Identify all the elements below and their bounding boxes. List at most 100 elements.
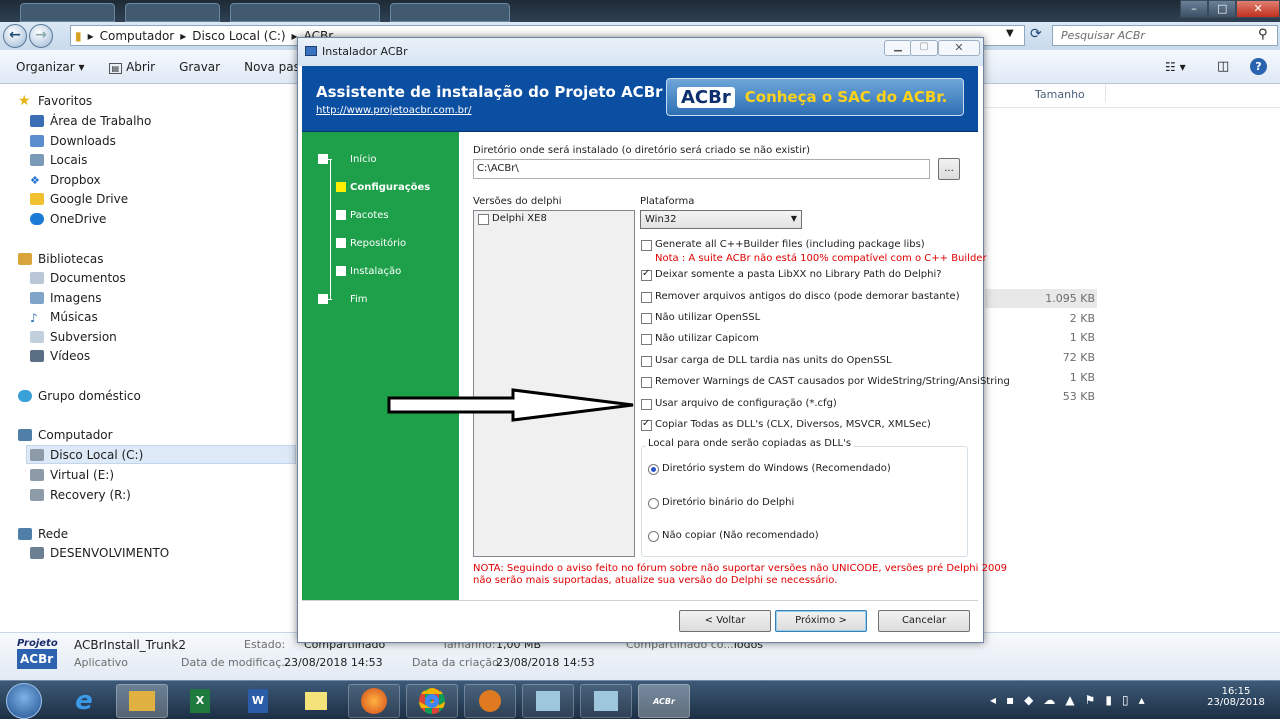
sac-banner[interactable]: ACBr Conheça o SAC do ACBr. bbox=[666, 78, 964, 116]
option-no-openssl-label[interactable]: Não utilizar OpenSSL bbox=[655, 312, 760, 323]
forward-button[interactable]: → bbox=[29, 24, 53, 48]
file-size: 53 KB bbox=[1062, 390, 1095, 403]
app-window-icon[interactable] bbox=[580, 684, 632, 718]
clock[interactable]: 16:15 23/08/2018 bbox=[1196, 686, 1276, 708]
word-icon[interactable]: W bbox=[232, 684, 284, 718]
preview-pane-icon[interactable]: ◫ bbox=[1217, 59, 1229, 74]
chrome-icon[interactable] bbox=[406, 684, 458, 718]
burn-button[interactable]: Gravar bbox=[163, 60, 228, 74]
nav-item-images[interactable]: Imagens bbox=[30, 291, 101, 305]
option-no-openssl-checkbox[interactable] bbox=[641, 313, 652, 324]
browser-tab[interactable] bbox=[230, 3, 380, 22]
nav-libraries[interactable]: Bibliotecas bbox=[18, 252, 103, 266]
firefox-icon[interactable] bbox=[348, 684, 400, 718]
browser-tab[interactable] bbox=[390, 3, 510, 22]
option-delayed-dll-checkbox[interactable] bbox=[641, 356, 652, 367]
option-cpp-builder-label[interactable]: Generate all C++Builder files (including… bbox=[655, 239, 925, 250]
option-remove-old-files-label[interactable]: Remover arquivos antigos do disco (pode … bbox=[655, 291, 960, 302]
option-remove-warnings-checkbox[interactable] bbox=[641, 377, 652, 388]
dll-delphi-bin-radio[interactable] bbox=[648, 498, 659, 509]
nav-item-desktop[interactable]: Área de Trabalho bbox=[30, 114, 151, 128]
dll-system-label[interactable]: Diretório system do Windows (Recomendado… bbox=[662, 463, 891, 474]
media-player-icon[interactable] bbox=[464, 684, 516, 718]
excel-icon[interactable]: X bbox=[174, 684, 226, 718]
option-config-file-label[interactable]: Usar arquivo de configuração (*.cfg) bbox=[655, 398, 837, 409]
back-button[interactable]: < Voltar bbox=[679, 610, 771, 632]
file-explorer-icon[interactable] bbox=[116, 684, 168, 718]
nav-item-videos[interactable]: Vídeos bbox=[30, 349, 90, 363]
dialog-maximize-button[interactable]: ▢ bbox=[910, 40, 938, 56]
annotation-arrow-icon bbox=[387, 388, 634, 422]
nav-item-local-disk[interactable]: Disco Local (C:) bbox=[26, 445, 296, 464]
option-config-file-checkbox[interactable] bbox=[641, 399, 652, 410]
nav-item-subversion[interactable]: Subversion bbox=[30, 330, 117, 344]
delphi-version-checkbox[interactable] bbox=[478, 214, 489, 225]
breadcrumb-item[interactable]: Computador bbox=[100, 29, 175, 43]
nav-item-downloads[interactable]: Downloads bbox=[30, 134, 116, 148]
system-tray-icons[interactable]: ◂▪◆☁▲⚑▮▯▴ bbox=[990, 693, 1155, 707]
maximize-button[interactable]: □ bbox=[1208, 0, 1237, 18]
option-delayed-dll-label[interactable]: Usar carga de DLL tardia nas units do Op… bbox=[655, 355, 892, 366]
nav-item-network-computer[interactable]: DESENVOLVIMENTO bbox=[30, 546, 169, 560]
option-remove-warnings-label[interactable]: Remover Warnings de CAST causados por Wi… bbox=[655, 376, 1010, 387]
platform-select[interactable]: Win32 ▼ bbox=[640, 210, 802, 229]
open-button[interactable]: ▤ Abrir bbox=[93, 60, 164, 74]
option-libxx-label[interactable]: Deixar somente a pasta LibXX no Library … bbox=[655, 269, 942, 280]
header-link[interactable]: http://www.projetoacbr.com.br/ bbox=[316, 105, 471, 116]
refresh-icon[interactable]: ⟳ bbox=[1030, 26, 1042, 42]
search-input[interactable]: Pesquisar ACBr bbox=[1052, 25, 1278, 46]
images-icon bbox=[30, 292, 44, 304]
option-no-capicom-label[interactable]: Não utilizar Capicom bbox=[655, 333, 759, 344]
app-window-icon[interactable] bbox=[522, 684, 574, 718]
browse-button[interactable]: ... bbox=[938, 158, 960, 180]
nav-item-documents[interactable]: Documentos bbox=[30, 271, 126, 285]
option-copy-dlls-label[interactable]: Copiar Todas as DLL's (CLX, Diversos, MS… bbox=[655, 419, 931, 430]
close-button[interactable]: ✕ bbox=[1236, 0, 1280, 18]
nav-item-dropbox[interactable]: ❖ Dropbox bbox=[30, 173, 101, 187]
view-options-icon[interactable]: ☷ ▾ bbox=[1165, 60, 1186, 74]
dialog-close-button[interactable]: ✕ bbox=[938, 40, 980, 56]
dialog-minimize-button[interactable]: ▁ bbox=[884, 40, 912, 56]
dll-no-copy-radio[interactable] bbox=[648, 531, 659, 542]
help-icon[interactable]: ? bbox=[1250, 58, 1267, 75]
nav-item-recovery-drive[interactable]: Recovery (R:) bbox=[30, 488, 131, 502]
column-divider[interactable] bbox=[1105, 84, 1106, 102]
start-button[interactable] bbox=[6, 683, 42, 719]
browser-tab[interactable] bbox=[125, 3, 220, 22]
search-icon[interactable]: ⚲ bbox=[1258, 27, 1268, 42]
browser-tab[interactable] bbox=[20, 3, 115, 22]
nav-item-music[interactable]: ♪ Músicas bbox=[30, 310, 98, 325]
internet-explorer-icon[interactable]: e bbox=[58, 684, 110, 718]
dll-system-radio[interactable] bbox=[648, 464, 659, 475]
acbr-installer-task[interactable]: ACBr bbox=[638, 684, 690, 718]
address-dropdown-icon[interactable]: ▼ bbox=[1006, 28, 1014, 39]
next-button[interactable]: Próximo > bbox=[775, 610, 867, 632]
star-icon: ★ bbox=[18, 93, 31, 109]
delphi-versions-list[interactable]: Delphi XE8 bbox=[473, 210, 635, 557]
dialog-title-bar[interactable]: Instalador ACBr ▁ ▢ ✕ bbox=[298, 38, 983, 66]
install-dir-input[interactable]: C:\ACBr\ bbox=[473, 159, 930, 179]
minimize-button[interactable]: – bbox=[1180, 0, 1209, 18]
breadcrumb-item[interactable]: Disco Local (C:) bbox=[192, 29, 285, 43]
nav-computer[interactable]: Computador bbox=[18, 428, 113, 442]
sticky-notes-icon[interactable] bbox=[290, 684, 342, 718]
cancel-button[interactable]: Cancelar bbox=[878, 610, 970, 632]
option-no-capicom-checkbox[interactable] bbox=[641, 334, 652, 345]
nav-item-google-drive[interactable]: Google Drive bbox=[30, 192, 128, 206]
back-button[interactable]: ← bbox=[3, 24, 27, 48]
nav-homegroup[interactable]: Grupo doméstico bbox=[18, 389, 141, 403]
nav-favorites[interactable]: ★ Favoritos bbox=[18, 93, 92, 109]
nav-item-virtual-drive[interactable]: Virtual (E:) bbox=[30, 468, 114, 482]
nav-item-onedrive[interactable]: OneDrive bbox=[30, 212, 106, 226]
nav-item-places[interactable]: Locais bbox=[30, 153, 87, 167]
dll-delphi-bin-label[interactable]: Diretório binário do Delphi bbox=[662, 497, 794, 508]
column-size-header[interactable]: Tamanho bbox=[1035, 88, 1085, 101]
option-remove-old-files-checkbox[interactable] bbox=[641, 292, 652, 303]
option-libxx-checkbox[interactable] bbox=[641, 268, 652, 281]
organize-button[interactable]: Organizar ▾ bbox=[0, 60, 93, 74]
nav-network[interactable]: Rede bbox=[18, 527, 68, 541]
option-copy-dlls-checkbox[interactable] bbox=[641, 418, 652, 431]
option-cpp-builder-checkbox[interactable] bbox=[641, 240, 652, 251]
acbr-app-icon: Projeto ACBr bbox=[17, 638, 61, 676]
dll-no-copy-label[interactable]: Não copiar (Não recomendado) bbox=[662, 530, 819, 541]
